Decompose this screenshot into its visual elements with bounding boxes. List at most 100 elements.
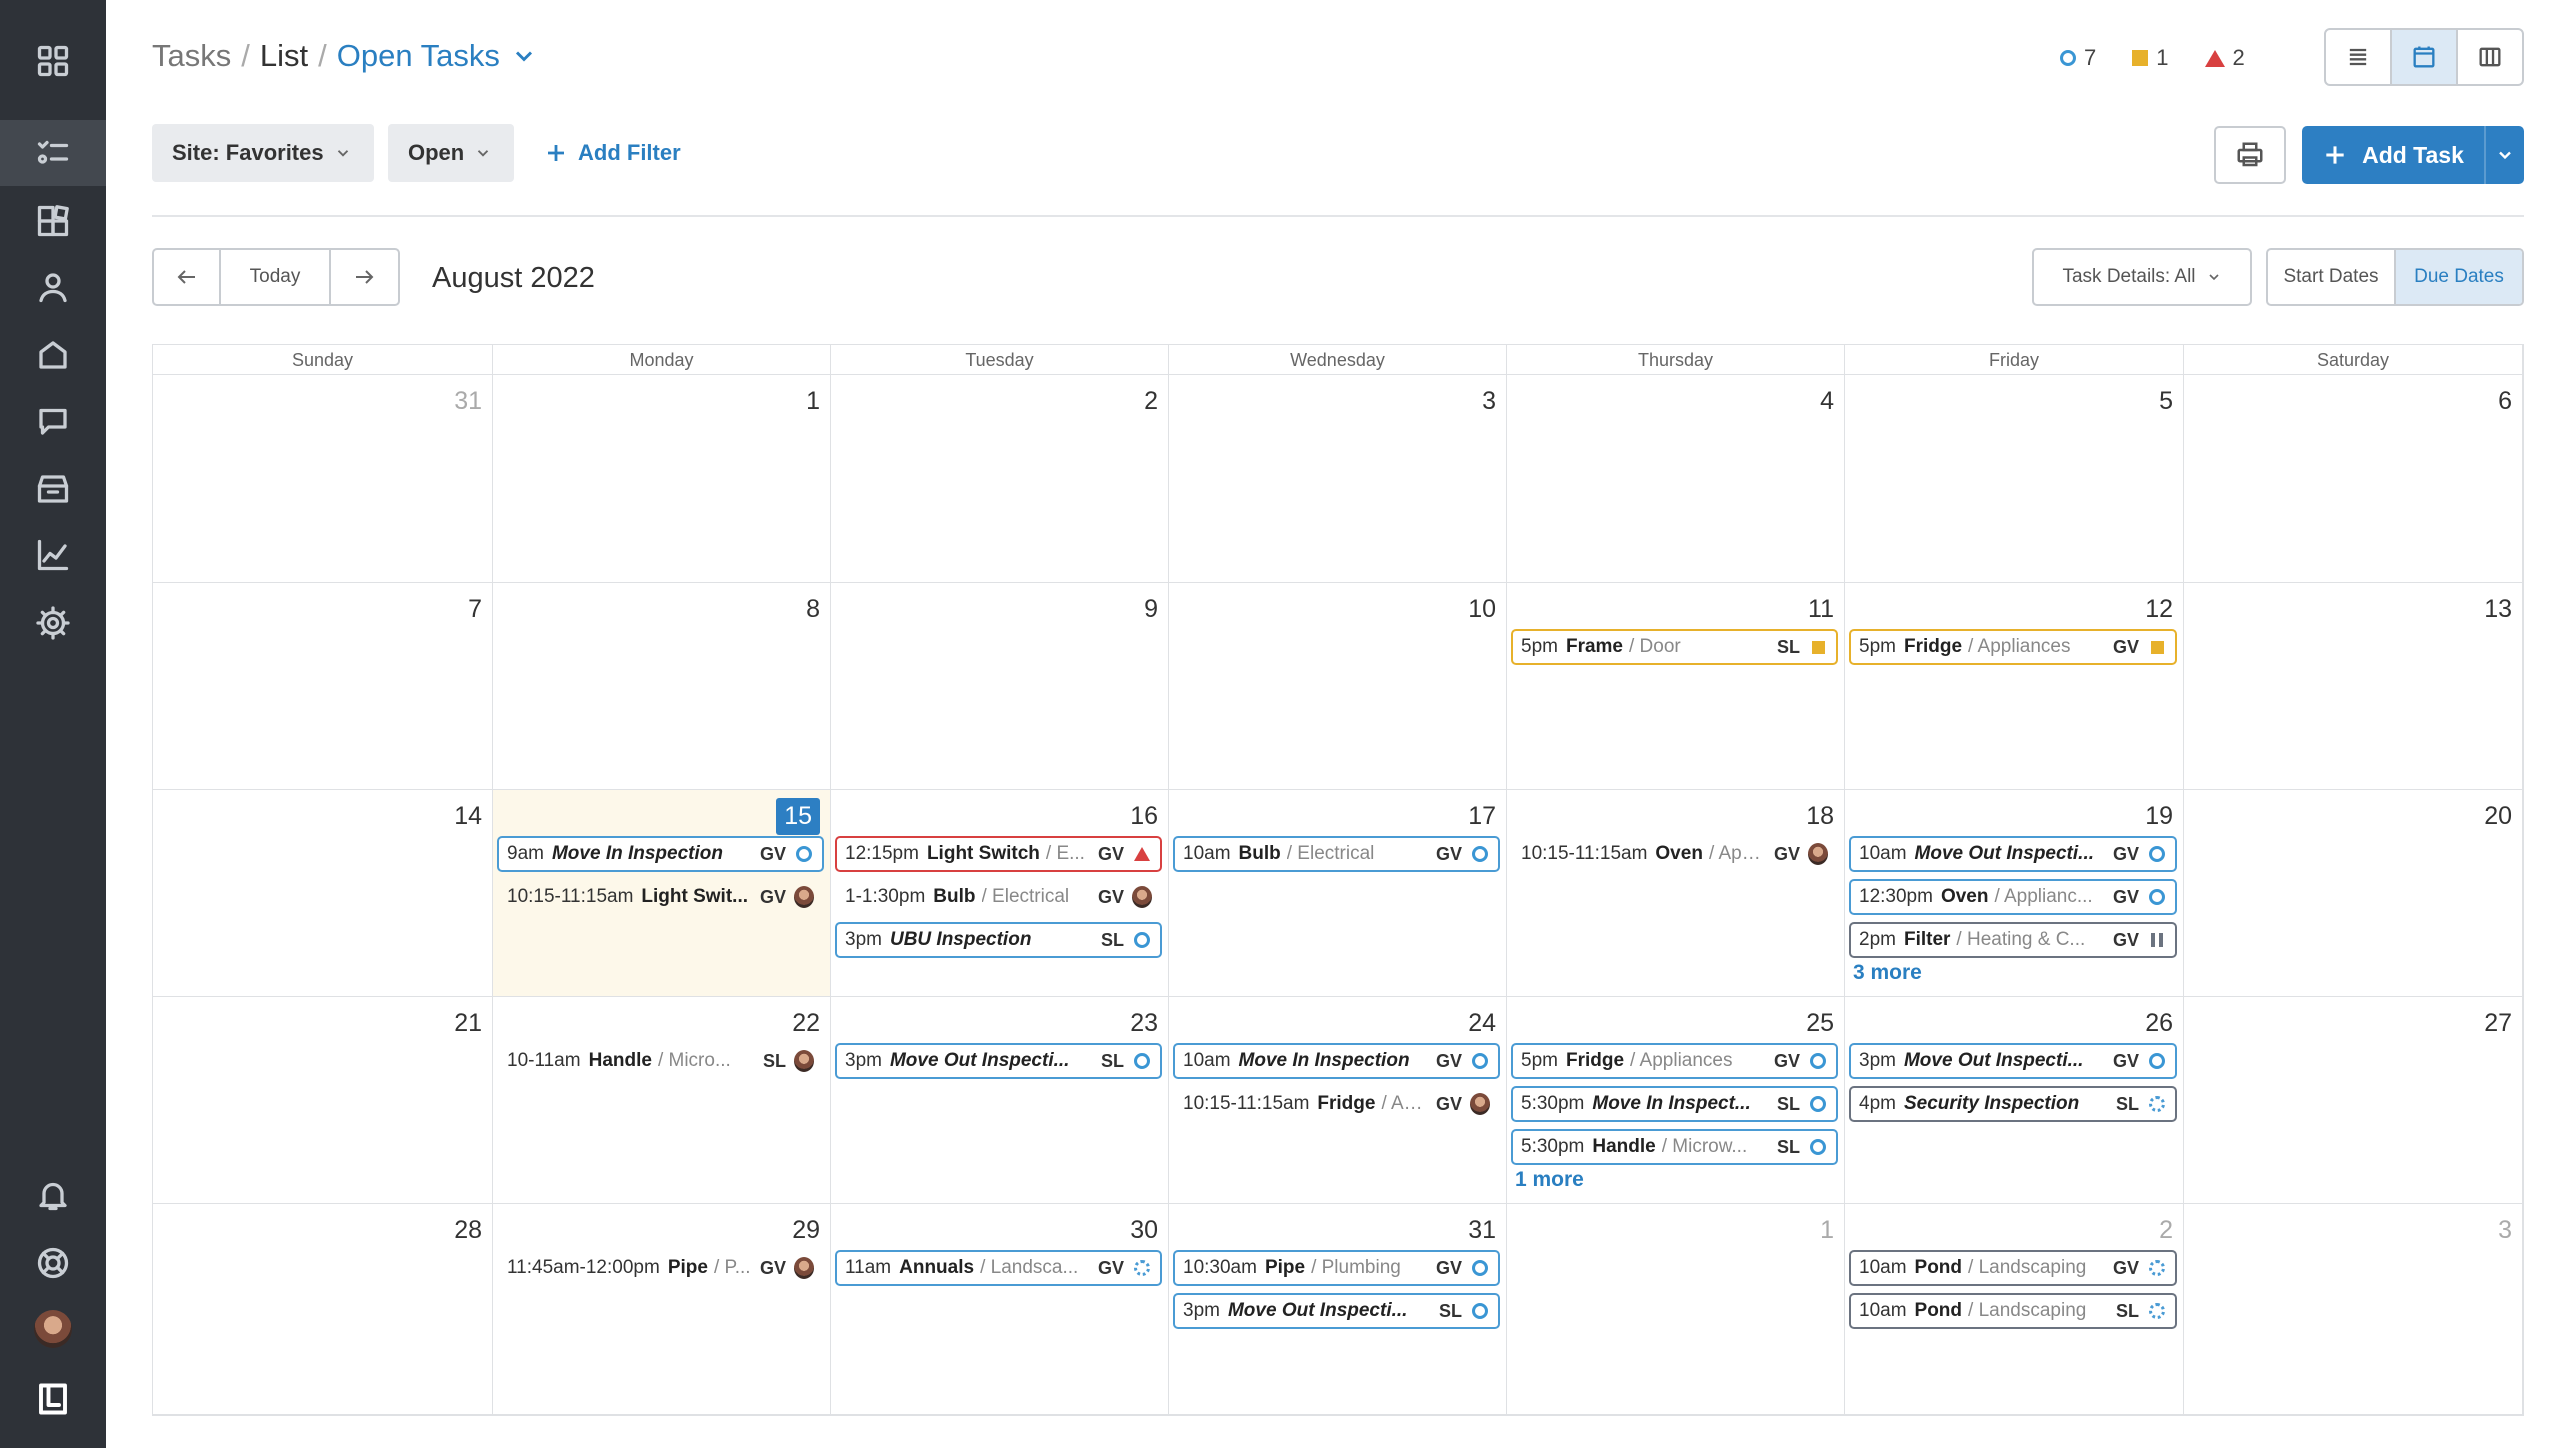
day-cell[interactable]: 31 10:30am Pipe / Plumbing GV 3pm Move Out Ins… — [1169, 1204, 1507, 1415]
board-view-button[interactable] — [2458, 30, 2522, 84]
day-cell[interactable]: 1 — [1507, 1204, 1845, 1415]
counter-open[interactable]: 7 — [2060, 45, 2096, 71]
task-chip[interactable]: 5:30pm Move In Inspect... SL — [1511, 1086, 1838, 1122]
day-cell[interactable]: 20 — [2184, 790, 2523, 997]
add-task-dropdown[interactable] — [2486, 126, 2524, 184]
task-chip[interactable]: 10:15-11:15am Fridge / Ap... GV — [1173, 1086, 1500, 1122]
nav-inventory[interactable] — [0, 456, 106, 522]
day-cell[interactable]: 27 — [2184, 997, 2523, 1204]
day-cell[interactable]: 9 — [831, 583, 1169, 790]
day-cell[interactable]: 14 — [153, 790, 493, 997]
nav-notifications[interactable] — [0, 1162, 106, 1228]
nav-messages[interactable] — [0, 388, 106, 454]
day-cell[interactable]: 6 — [2184, 375, 2523, 583]
nav-tasks[interactable] — [0, 120, 106, 186]
task-chip[interactable]: 5pm Frame / Door SL — [1511, 629, 1838, 665]
day-cell[interactable]: 13 — [2184, 583, 2523, 790]
nav-brand[interactable] — [0, 1366, 106, 1432]
counter-urgent[interactable]: 2 — [2204, 45, 2245, 71]
task-chip[interactable]: 5:30pm Handle / Microw... SL — [1511, 1129, 1838, 1165]
breadcrumb-list[interactable]: List — [260, 38, 308, 74]
day-cell[interactable]: 24 10am Move In Inspection GV 10:15-11:15am F… — [1169, 997, 1507, 1204]
add-filter-button[interactable]: Add Filter — [544, 124, 681, 182]
task-chip[interactable]: 10-11am Handle / Micro... SL — [497, 1043, 824, 1079]
day-cell[interactable]: 5 — [1845, 375, 2184, 583]
next-month-button[interactable] — [331, 250, 398, 304]
task-chip[interactable]: 11:45am-12:00pm Pipe / P... GV — [497, 1250, 824, 1286]
site-filter-button[interactable]: Site: Favorites — [152, 124, 374, 182]
day-cell[interactable]: 30 11am Annuals / Landsca... GV — [831, 1204, 1169, 1415]
due-dates-button[interactable]: Due Dates — [2394, 250, 2522, 304]
nav-settings[interactable] — [0, 590, 106, 656]
nav-profile[interactable] — [0, 1296, 106, 1362]
day-cell[interactable]: 10 — [1169, 583, 1507, 790]
nav-dashboard[interactable] — [0, 28, 106, 94]
task-chip[interactable]: 12:15pm Light Switch / E... GV — [835, 836, 1162, 872]
task-details-select[interactable]: Task Details: All — [2032, 248, 2252, 306]
day-cell[interactable]: 19 10am Move Out Inspecti... GV 12:30pm Oven /… — [1845, 790, 2184, 997]
day-cell[interactable]: 21 — [153, 997, 493, 1204]
task-chip[interactable]: 3pm Move Out Inspecti... SL — [1173, 1293, 1500, 1329]
task-chip[interactable]: 10am Move In Inspection GV — [1173, 1043, 1500, 1079]
day-cell[interactable]: 31 — [153, 375, 493, 583]
day-cell[interactable]: 22 10-11am Handle / Micro... SL — [493, 997, 831, 1204]
day-cell[interactable]: 12 5pm Fridge / Appliances GV — [1845, 583, 2184, 790]
day-cell[interactable]: 2 — [831, 375, 1169, 583]
day-cell[interactable]: 4 — [1507, 375, 1845, 583]
day-cell[interactable]: 23 3pm Move Out Inspecti... SL — [831, 997, 1169, 1204]
task-chip[interactable]: 4pm Security Inspection SL — [1849, 1086, 2177, 1122]
nav-people[interactable] — [0, 254, 106, 320]
prev-month-button[interactable] — [154, 250, 222, 304]
task-chip[interactable]: 12:30pm Oven / Applianc... GV — [1849, 879, 2177, 915]
day-cell[interactable]: 25 5pm Fridge / Appliances GV 5:30pm Move In I… — [1507, 997, 1845, 1204]
today-button[interactable]: Today — [221, 250, 331, 304]
day-cell[interactable]: 18 10:15-11:15am Oven / App... GV — [1507, 790, 1845, 997]
day-cell[interactable]: 7 — [153, 583, 493, 790]
day-cell[interactable]: 11 5pm Frame / Door SL — [1507, 583, 1845, 790]
more-tasks-link[interactable]: 3 more — [1853, 961, 1922, 985]
calendar-view-button[interactable] — [2392, 30, 2458, 84]
breadcrumb-view[interactable]: Open Tasks — [337, 38, 500, 74]
nav-reports[interactable] — [0, 522, 106, 588]
nav-properties[interactable] — [0, 322, 106, 388]
start-dates-button[interactable]: Start Dates — [2268, 250, 2394, 304]
chevron-down-icon[interactable] — [510, 42, 538, 70]
task-chip[interactable]: 3pm Move Out Inspecti... SL — [835, 1043, 1162, 1079]
task-chip[interactable]: 10:30am Pipe / Plumbing GV — [1173, 1250, 1500, 1286]
task-chip[interactable]: 3pm UBU Inspection SL — [835, 922, 1162, 958]
day-cell[interactable]: 26 3pm Move Out Inspecti... GV 4pm Security I… — [1845, 997, 2184, 1204]
day-cell[interactable]: 17 10am Bulb / Electrical GV — [1169, 790, 1507, 997]
day-cell[interactable]: 1 — [493, 375, 831, 583]
list-view-button[interactable] — [2326, 30, 2392, 84]
day-cell[interactable]: 15 9am Move In Inspection GV 10:15-11:15am Li… — [493, 790, 831, 997]
add-task-button[interactable]: Add Task — [2302, 126, 2524, 184]
task-chip[interactable]: 2pm Filter / Heating & C... GV — [1849, 922, 2177, 958]
more-tasks-link[interactable]: 1 more — [1515, 1168, 1584, 1192]
task-chip[interactable]: 10:15-11:15am Oven / App... GV — [1511, 836, 1838, 872]
day-cell[interactable]: 29 11:45am-12:00pm Pipe / P... GV — [493, 1204, 831, 1415]
add-task-main[interactable]: Add Task — [2302, 126, 2486, 184]
day-cell[interactable]: 28 — [153, 1204, 493, 1415]
task-chip[interactable]: 1-1:30pm Bulb / Electrical GV — [835, 879, 1162, 915]
task-chip[interactable]: 3pm Move Out Inspecti... GV — [1849, 1043, 2177, 1079]
task-chip[interactable]: 5pm Fridge / Appliances GV — [1511, 1043, 1838, 1079]
nav-help[interactable] — [0, 1230, 106, 1296]
task-chip[interactable]: 10am Pond / Landscaping SL — [1849, 1293, 2177, 1329]
day-cell[interactable]: 2 10am Pond / Landscaping GV 10am Pond / Landsc… — [1845, 1204, 2184, 1415]
day-cell[interactable]: 16 12:15pm Light Switch / E... GV 1-1:30pm Bul… — [831, 790, 1169, 997]
task-chip[interactable]: 9am Move In Inspection GV — [497, 836, 824, 872]
task-chip[interactable]: 10:15-11:15am Light Swit... GV — [497, 879, 824, 915]
day-cell[interactable]: 3 — [2184, 1204, 2523, 1415]
task-chip[interactable]: 10am Pond / Landscaping GV — [1849, 1250, 2177, 1286]
print-button[interactable] — [2214, 126, 2286, 184]
nav-modules[interactable] — [0, 188, 106, 254]
task-chip[interactable]: 10am Move Out Inspecti... GV — [1849, 836, 2177, 872]
task-chip[interactable]: 10am Bulb / Electrical GV — [1173, 836, 1500, 872]
counter-warning[interactable]: 1 — [2132, 45, 2169, 71]
status-filter-button[interactable]: Open — [388, 124, 514, 182]
day-cell[interactable]: 8 — [493, 583, 831, 790]
task-chip[interactable]: 11am Annuals / Landsca... GV — [835, 1250, 1162, 1286]
day-cell[interactable]: 3 — [1169, 375, 1507, 583]
task-chip[interactable]: 5pm Fridge / Appliances GV — [1849, 629, 2177, 665]
breadcrumb-tasks[interactable]: Tasks — [152, 38, 231, 74]
